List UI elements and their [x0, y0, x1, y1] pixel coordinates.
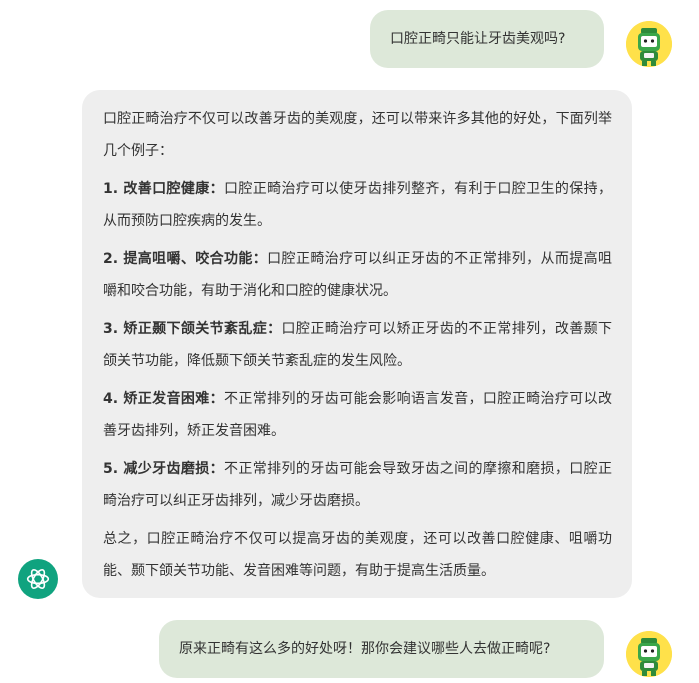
- user-avatar-icon: [626, 21, 672, 67]
- user-avatar-icon: [626, 631, 672, 677]
- assistant-point-1: 1. 改善口腔健康：口腔正畸治疗可以使牙齿排列整齐，有利于口腔卫生的保持，从而预…: [103, 173, 612, 237]
- point-title: 4. 矫正发音困难：: [103, 391, 225, 407]
- point-title: 2. 提高咀嚼、咬合功能：: [103, 251, 268, 267]
- assistant-intro-text: 口腔正畸治疗不仅可以改善牙齿的美观度，还可以带来许多其他的好处，下面列举几个例子…: [103, 111, 612, 159]
- user-message-bubble: 原来正畸有这么多的好处呀！那你会建议哪些人去做正畸呢?: [159, 620, 604, 678]
- robot-mascot-icon: [626, 21, 672, 67]
- robot-mascot-icon: [626, 631, 672, 677]
- point-title: 3. 矫正颞下颌关节紊乱症：: [103, 321, 282, 337]
- user-message-bubble: 口腔正畸只能让牙齿美观吗?: [370, 10, 604, 68]
- assistant-point-5: 5. 减少牙齿磨损：不正常排列的牙齿可能会导致牙齿之间的摩擦和磨损，口腔正畸治疗…: [103, 453, 612, 517]
- assistant-avatar-icon: [18, 559, 58, 599]
- assistant-message-bubble: 口腔正畸治疗不仅可以改善牙齿的美观度，还可以带来许多其他的好处，下面列举几个例子…: [82, 90, 632, 598]
- assistant-point-4: 4. 矫正发音困难：不正常排列的牙齿可能会影响语言发音，口腔正畸治疗可以改善牙齿…: [103, 383, 612, 447]
- assistant-point-3: 3. 矫正颞下颌关节紊乱症：口腔正畸治疗可以矫正牙齿的不正常排列，改善颞下颌关节…: [103, 313, 612, 377]
- point-title: 5. 减少牙齿磨损：: [103, 461, 225, 477]
- assistant-point-2: 2. 提高咀嚼、咬合功能：口腔正畸治疗可以纠正牙齿的不正常排列，从而提高咀嚼和咬…: [103, 243, 612, 307]
- user-message-text: 原来正畸有这么多的好处呀！那你会建议哪些人去做正畸呢?: [179, 641, 551, 657]
- assistant-summary-text: 总之，口腔正畸治疗不仅可以提高牙齿的美观度，还可以改善口腔健康、咀嚼功能、颞下颌…: [103, 531, 612, 579]
- user-message-text: 口腔正畸只能让牙齿美观吗?: [390, 31, 566, 47]
- openai-logo-icon: [26, 569, 50, 589]
- point-title: 1. 改善口腔健康：: [103, 181, 225, 197]
